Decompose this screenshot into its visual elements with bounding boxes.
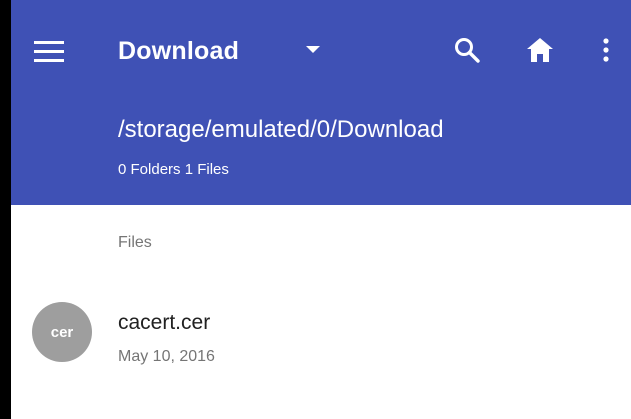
home-icon xyxy=(527,38,553,62)
folder-file-counts: 0 Folders 1 Files xyxy=(118,161,229,178)
app-window: Download /storage/emulated/0/Download 0 … xyxy=(0,0,631,419)
file-list-item[interactable]: cer cacert.cer May 10, 2016 xyxy=(11,285,631,377)
files-section-header: Files xyxy=(118,234,152,251)
more-vertical-icon xyxy=(603,38,609,62)
toolbar-title[interactable]: Download xyxy=(118,34,239,68)
dropdown-arrow-icon xyxy=(306,46,320,53)
more-options-button[interactable] xyxy=(588,26,624,74)
location-dropdown-button[interactable] xyxy=(293,30,333,70)
file-type-badge: cer xyxy=(32,302,92,362)
menu-button[interactable] xyxy=(25,28,73,76)
home-button[interactable] xyxy=(516,26,564,74)
toolbar: Download xyxy=(11,0,631,100)
search-button[interactable] xyxy=(443,26,491,74)
app-bar: Download /storage/emulated/0/Download 0 … xyxy=(11,0,631,205)
search-icon xyxy=(455,38,480,63)
file-name: cacert.cer xyxy=(118,311,211,334)
hamburger-menu-icon xyxy=(34,41,64,62)
current-path: /storage/emulated/0/Download xyxy=(118,116,444,143)
file-date: May 10, 2016 xyxy=(118,348,215,365)
app-surface: Download /storage/emulated/0/Download 0 … xyxy=(11,0,631,419)
